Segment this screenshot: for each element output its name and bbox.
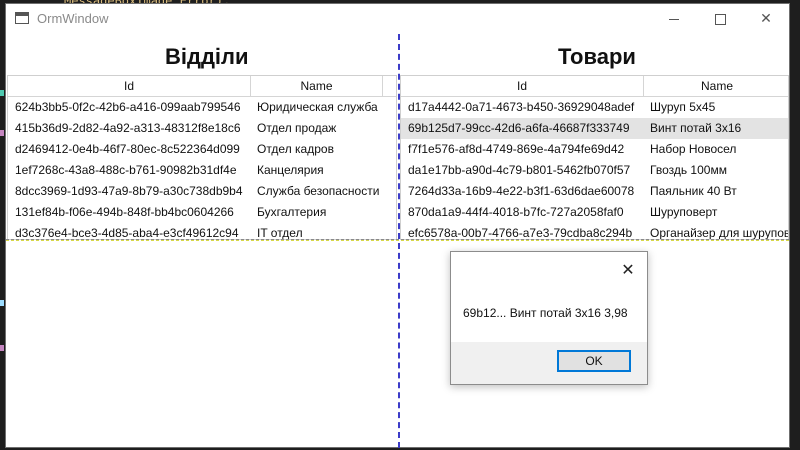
row-name-cell: Винт потай 3x16 [650, 121, 742, 135]
table-row[interactable]: d3c376e4-bce3-4d85-aba4-e3cf49612c94 IT о… [8, 223, 396, 240]
row-id-cell: 7264d33a-16b9-4e22-b3f1-63d6dae60078 [408, 184, 635, 198]
table-row[interactable]: 415b36d9-2d82-4a92-a313-48312f8e18c6 Отде… [8, 118, 396, 139]
maximize-icon [714, 13, 726, 25]
row-name-cell: Паяльник 40 Вт [650, 184, 737, 198]
departments-grid[interactable]: Id Name 624b3bb5-0f2c-42b6-a416-099aab79… [7, 75, 397, 240]
editor-gutter-mark [0, 90, 4, 96]
table-row[interactable]: efc6578a-00b7-4766-a7e3-79cdba8c294b Орга… [401, 223, 789, 240]
row-name-cell: Гвоздь 100мм [650, 163, 727, 177]
editor-gutter-mark [0, 345, 4, 351]
orm-window: OrmWindow ✕ Відділи Товари Id Name 624b3… [5, 3, 790, 448]
row-name-cell: Отдел продаж [257, 121, 337, 135]
minimize-icon [669, 18, 679, 20]
column-header-name[interactable]: Name [644, 76, 788, 96]
row-id-cell: 131ef84b-f06e-494b-848f-bb4bc0604266 [15, 205, 234, 219]
row-id-cell: d3c376e4-bce3-4d85-aba4-e3cf49612c94 [15, 226, 239, 240]
table-row[interactable]: 8dcc3969-1d93-47a9-8b79-a30c738db9b4 Служ… [8, 181, 396, 202]
row-name-cell: Юридическая служба [257, 100, 378, 114]
row-name-cell: Канцелярия [257, 163, 324, 177]
table-row[interactable]: 69b125d7-99cc-42d6-a6fa-46687f333749 Винт… [401, 118, 788, 139]
row-id-cell: 415b36d9-2d82-4a92-a313-48312f8e18c6 [15, 121, 241, 135]
table-row[interactable]: 624b3bb5-0f2c-42b6-a416-099aab799546 Юрид… [8, 97, 396, 118]
window-title: OrmWindow [37, 11, 109, 26]
table-row[interactable]: 870da1a9-44f4-4018-b7fc-727a2058faf0 Шуру… [401, 202, 788, 223]
editor-gutter-mark [0, 300, 4, 306]
editor-gutter-mark [0, 130, 4, 136]
column-header-id[interactable]: Id [401, 76, 644, 96]
maximize-button[interactable] [697, 4, 743, 34]
table-row[interactable]: d2469412-0e4b-46f7-80ec-8c522364d099 Отде… [8, 139, 396, 160]
row-name-cell: Отдел кадров [257, 142, 334, 156]
row-id-cell: d2469412-0e4b-46f7-80ec-8c522364d099 [15, 142, 240, 156]
departments-title: Відділи [165, 44, 249, 69]
title-bar[interactable]: OrmWindow ✕ [6, 4, 789, 34]
products-grid[interactable]: Id Name d17a4442-0a71-4673-b450-36929048… [400, 75, 789, 240]
minimize-button[interactable] [651, 4, 697, 34]
row-id-cell: f7f1e576-af8d-4749-869e-4a794fe69d42 [408, 142, 625, 156]
departments-rows: 624b3bb5-0f2c-42b6-a416-099aab799546 Юрид… [8, 97, 396, 240]
row-id-cell: d17a4442-0a71-4673-b450-36929048adef [408, 100, 635, 114]
products-title: Товари [558, 44, 636, 69]
close-icon: ✕ [621, 259, 635, 279]
products-rows: d17a4442-0a71-4673-b450-36929048adef Шуру… [401, 97, 789, 240]
row-name-cell: Бухгалтерия [257, 205, 327, 219]
table-row[interactable]: da1e17bb-a90d-4c79-b801-5462fb070f57 Гвоз… [401, 160, 788, 181]
close-icon: ✕ [760, 11, 772, 27]
row-id-cell: 69b125d7-99cc-42d6-a6fa-46687f333749 [408, 121, 630, 135]
dialog-message: 69b12... Винт потай 3x16 3,98 [463, 306, 628, 320]
ok-button[interactable]: OK [557, 350, 631, 372]
dialog-footer: OK [451, 342, 647, 384]
column-header-id[interactable]: Id [8, 76, 251, 96]
row-name-cell: Шуруповерт [650, 205, 718, 219]
row-name-cell: Служба безопасности [257, 184, 380, 198]
row-id-cell: 624b3bb5-0f2c-42b6-a416-099aab799546 [15, 100, 241, 114]
row-name-cell: IT отдел [257, 226, 303, 240]
message-box: ✕ 69b12... Винт потай 3x16 3,98 OK [450, 251, 648, 385]
column-header-name[interactable]: Name [251, 76, 383, 96]
row-name-cell: Шуруп 5x45 [650, 100, 716, 114]
table-row[interactable]: 7264d33a-16b9-4e22-b3f1-63d6dae60078 Паял… [401, 181, 788, 202]
app-window-icon [15, 12, 29, 24]
row-id-cell: 1ef7268c-43a8-488c-b761-90982b31df4e [15, 163, 237, 177]
products-grid-header: Id Name [401, 76, 788, 97]
horizontal-splitter-highlight [6, 240, 789, 241]
dialog-close-button[interactable]: ✕ [617, 258, 639, 280]
row-name-cell: Набор Новосел [650, 142, 737, 156]
close-button[interactable]: ✕ [743, 4, 789, 34]
departments-grid-header: Id Name [8, 76, 396, 97]
table-row[interactable]: d17a4442-0a71-4673-b450-36929048adef Шуру… [401, 97, 788, 118]
table-row[interactable]: 131ef84b-f06e-494b-848f-bb4bc0604266 Бухг… [8, 202, 396, 223]
table-row[interactable]: 1ef7268c-43a8-488c-b761-90982b31df4e Канц… [8, 160, 396, 181]
row-name-cell: Органайзер для шурупов [650, 226, 789, 240]
row-id-cell: 8dcc3969-1d93-47a9-8b79-a30c738db9b4 [15, 184, 243, 198]
table-row[interactable]: f7f1e576-af8d-4749-869e-4a794fe69d42 Набо… [401, 139, 788, 160]
row-id-cell: da1e17bb-a90d-4c79-b801-5462fb070f57 [408, 163, 631, 177]
row-id-cell: 870da1a9-44f4-4018-b7fc-727a2058faf0 [408, 205, 624, 219]
row-id-cell: efc6578a-00b7-4766-a7e3-79cdba8c294b [408, 226, 633, 240]
